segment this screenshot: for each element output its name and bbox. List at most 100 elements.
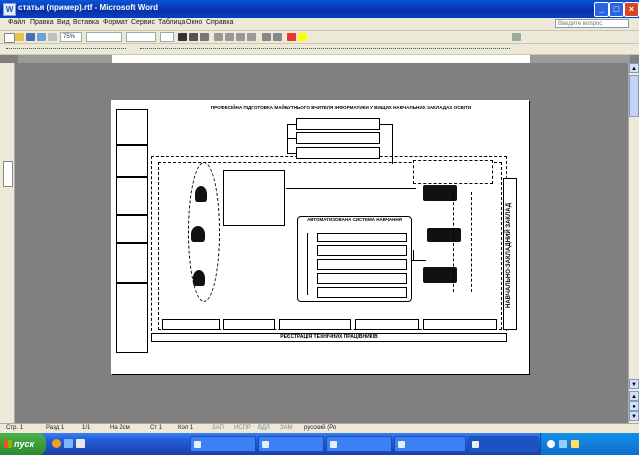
toolbar-option-icon[interactable] (512, 33, 521, 41)
ruler-margin-right (530, 55, 630, 63)
toolbar-separator (6, 48, 126, 50)
vertical-scrollbar[interactable]: ▲ ▼ ▲ ● ▼ (628, 63, 639, 423)
quicklaunch-browser-icon[interactable] (52, 439, 61, 448)
left-box-1 (116, 109, 148, 145)
window-icon (398, 441, 405, 448)
maximize-button[interactable]: □ (609, 2, 624, 17)
status-position: На 2см (110, 425, 130, 431)
tray-volume-icon[interactable] (571, 440, 579, 448)
highlight-icon[interactable] (298, 33, 307, 41)
menu-edit[interactable]: Правка (30, 19, 54, 26)
quicklaunch-app-icon[interactable] (76, 439, 85, 448)
arrow-line (413, 250, 414, 260)
save-icon[interactable] (26, 33, 35, 41)
taskbar-item-1[interactable] (190, 436, 256, 452)
windows-logo-icon (4, 440, 12, 448)
taskbar: пуск (0, 433, 639, 455)
status-column: Кол 1 (178, 425, 194, 431)
top-box-2 (296, 132, 380, 144)
bottom-cell-5 (423, 319, 497, 330)
drawing-toolbar (0, 44, 639, 55)
prev-page-icon[interactable]: ▲ (629, 391, 639, 401)
document-page[interactable]: ПРОФЕСІЙНА ПІДГОТОВКА МАЙБУТНЬОГО ВЧИТЕЛ… (111, 100, 529, 374)
left-box-5 (116, 243, 148, 283)
minimize-button[interactable]: _ (594, 2, 609, 17)
diagram-title: ПРОФЕСІЙНА ПІДГОТОВКА МАЙБУТНЬОГО ВЧИТЕЛ… (210, 105, 472, 110)
center-box-c (223, 270, 285, 300)
new-document-icon[interactable] (4, 33, 15, 43)
window-icon (194, 441, 201, 448)
window-icon (330, 441, 337, 448)
underline-icon[interactable] (200, 33, 209, 41)
word-app-icon[interactable]: W (3, 3, 16, 16)
italic-icon[interactable] (189, 33, 198, 41)
ruler-margin-left (18, 55, 112, 63)
align-center-icon[interactable] (225, 33, 234, 41)
right-group-title (413, 160, 493, 184)
tray-language-icon[interactable] (547, 440, 555, 448)
vertical-ruler[interactable] (0, 63, 15, 423)
menu-file[interactable]: Файл (8, 19, 25, 26)
taskbar-item-3[interactable] (326, 436, 392, 452)
numbering-icon[interactable] (262, 33, 271, 41)
font-select[interactable] (126, 32, 156, 42)
align-left-icon[interactable] (214, 33, 223, 41)
menu-view[interactable]: Вид (57, 19, 70, 26)
close-button[interactable]: × (624, 2, 639, 17)
start-button[interactable]: пуск (0, 433, 46, 455)
menu-insert[interactable]: Вставка (73, 19, 99, 26)
scroll-down-icon[interactable]: ▼ (629, 379, 639, 389)
taskbar-item-word[interactable] (468, 436, 538, 452)
teacher-figure-1 (195, 186, 207, 202)
align-right-icon[interactable] (236, 33, 245, 41)
status-line: Ст 1 (150, 425, 163, 431)
select-browse-object-icon[interactable]: ● (629, 401, 639, 411)
auto-system-row (317, 259, 407, 270)
connector-line (380, 124, 392, 125)
help-question-input[interactable]: Введите вопрос (555, 19, 629, 28)
left-box-3 (116, 177, 148, 215)
arrow-line (412, 260, 426, 261)
menu-tools[interactable]: Сервис (131, 19, 155, 26)
bottom-cell-3 (279, 319, 351, 330)
preview-icon[interactable] (48, 33, 57, 41)
status-ovr[interactable]: ЗАМ (280, 425, 293, 431)
right-vertical-box: НАВЧАЛЬНО-ЗАКЛАДНИЙ ЗАКЛАД (503, 178, 517, 330)
font-size-select[interactable] (160, 32, 174, 42)
student-group-1 (423, 185, 457, 201)
standard-toolbar: 75% (0, 31, 639, 44)
top-box-3 (296, 147, 380, 159)
quicklaunch-desktop-icon[interactable] (64, 439, 73, 448)
zoom-select[interactable]: 75% (60, 32, 82, 42)
start-label: пуск (14, 439, 35, 449)
bold-icon[interactable] (178, 33, 187, 41)
taskbar-item-4[interactable] (394, 436, 466, 452)
top-box-1 (296, 118, 380, 130)
next-page-icon[interactable]: ▼ (629, 411, 639, 421)
taskbar-item-2[interactable] (258, 436, 324, 452)
open-folder-icon[interactable] (15, 33, 24, 41)
scroll-up-icon[interactable]: ▲ (629, 63, 639, 73)
print-icon[interactable] (37, 33, 46, 41)
status-rec[interactable]: ЗАП (212, 425, 224, 431)
auto-system-row (317, 233, 407, 242)
status-language: русский (Ро (304, 425, 337, 431)
tray-network-icon[interactable] (559, 440, 567, 448)
style-select[interactable] (86, 32, 122, 42)
left-box-4 (116, 215, 148, 243)
bullets-icon[interactable] (273, 33, 282, 41)
menu-format[interactable]: Формат (103, 19, 128, 26)
scroll-thumb[interactable] (629, 75, 639, 117)
vertical-ruler-indicator (3, 161, 13, 187)
font-color-icon[interactable] (287, 33, 296, 41)
menu-table[interactable]: Таблица (158, 19, 185, 26)
justify-icon[interactable] (247, 33, 256, 41)
menu-help[interactable]: Справка (206, 19, 233, 26)
status-trk[interactable]: ИСПР (234, 425, 251, 431)
connector-line (287, 124, 296, 125)
connector-line (453, 192, 455, 292)
status-page: Стр. 1 (6, 425, 24, 431)
menu-bar: Файл Правка Вид Вставка Формат Сервис Та… (0, 18, 639, 31)
status-ext[interactable]: ВДЛ (258, 425, 270, 431)
menu-window[interactable]: Окно (186, 19, 202, 26)
